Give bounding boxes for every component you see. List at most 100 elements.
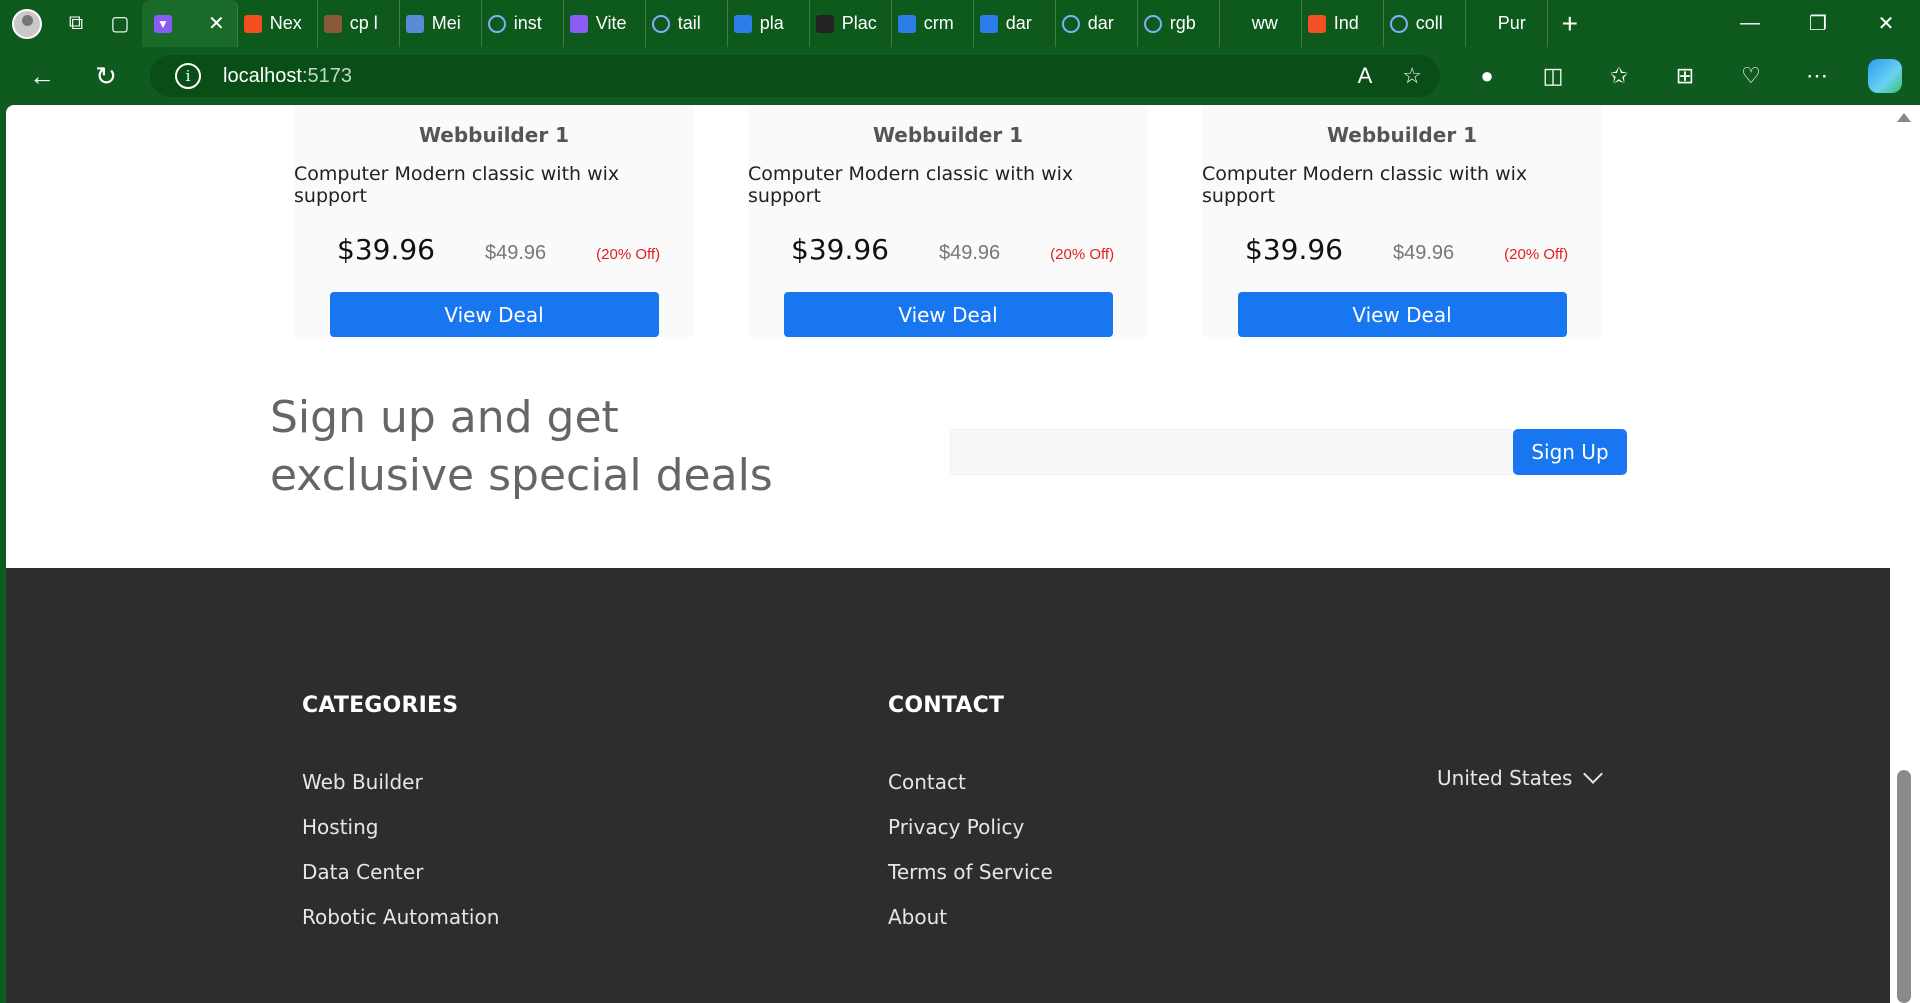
refresh-icon[interactable]: ↻ <box>74 47 138 105</box>
workspaces-icon[interactable]: ⧉ <box>54 0 98 47</box>
tab-active[interactable]: ▼ ✕ <box>142 0 238 47</box>
footer-contact-link[interactable]: Contact <box>888 770 1053 815</box>
search-icon <box>1061 14 1080 33</box>
tab-actions-icon[interactable]: ▢ <box>98 0 142 47</box>
current-price: $39.96 <box>337 233 435 266</box>
browser-essentials-icon[interactable]: ♡ <box>1718 47 1784 105</box>
browser-tab[interactable]: inst <box>482 0 564 47</box>
new-tab-button[interactable]: + <box>1548 0 1592 47</box>
browser-tab[interactable]: Nex <box>238 0 318 47</box>
collections-icon[interactable]: ⊞ <box>1652 47 1718 105</box>
footer-category-link[interactable]: Data Center <box>302 860 499 905</box>
product-cards: Webbuilder 1 Computer Modern classic with… <box>294 105 1604 337</box>
pdf-icon <box>323 14 342 33</box>
tab-label: Plac <box>841 13 877 33</box>
tab-label: tail <box>677 13 701 33</box>
tab-list: ▼ ✕ Nex cp l Mei inst Vite tail pla Plac crm dar d… <box>142 0 1548 47</box>
tab-label: pla <box>759 13 784 33</box>
price-row: $39.96 $49.96 (20% Off) <box>748 233 1148 266</box>
scroll-thumb[interactable] <box>1897 770 1911 1003</box>
view-deal-button[interactable]: View Deal <box>783 292 1113 337</box>
tab-label: inst <box>513 13 542 33</box>
more-menu-icon[interactable]: ⋯ <box>1784 47 1850 105</box>
tab-label: Mei <box>431 13 461 33</box>
view-deal-button[interactable]: View Deal <box>329 292 659 337</box>
original-price: $49.96 <box>1392 242 1455 264</box>
product-card: Webbuilder 1 Computer Modern classic with… <box>294 105 694 337</box>
price-row: $39.96 $49.96 (20% Off) <box>294 233 694 266</box>
categories-heading: CATEGORIES <box>302 693 459 718</box>
browser-tab[interactable]: Mei <box>400 0 482 47</box>
browser-tab[interactable]: Plac <box>810 0 892 47</box>
discount-label: (20% Off) <box>1050 246 1115 263</box>
product-title: Webbuilder 1 <box>418 123 570 147</box>
copilot-icon[interactable] <box>1868 59 1902 93</box>
footer-contact-link[interactable]: Privacy Policy <box>888 815 1053 860</box>
footer-categories: CATEGORIES Web Builder Hosting Data Center… <box>302 693 499 950</box>
signup-email-input[interactable] <box>950 429 1515 475</box>
footer-category-link[interactable]: Robotic Automation <box>302 905 499 950</box>
bing-icon <box>733 14 752 33</box>
tab-label: Ind <box>1333 13 1359 33</box>
browser-tab[interactable]: pla <box>728 0 810 47</box>
tab-label: rgb <box>1169 13 1196 33</box>
browser-tab[interactable]: dar <box>974 0 1056 47</box>
address-bar[interactable]: i localhost:5173 A ☆ <box>150 55 1440 97</box>
dark-square-icon <box>815 14 834 33</box>
signup-heading: Sign up and get exclusive special deals <box>270 392 773 501</box>
tab-label: Nex <box>269 13 302 33</box>
url-text[interactable]: localhost:5173 <box>223 65 352 88</box>
browser-tab[interactable]: tail <box>646 0 728 47</box>
browser-tab[interactable]: coll <box>1384 0 1466 47</box>
current-price: $39.96 <box>791 233 889 266</box>
contact-heading: CONTACT <box>888 693 1005 718</box>
toolbar-actions: ● ◫ ✩ ⊞ ♡ ⋯ <box>1454 47 1920 105</box>
avatar-icon <box>12 8 42 39</box>
browser-tab[interactable]: ww <box>1220 0 1302 47</box>
split-screen-icon[interactable]: ◫ <box>1520 47 1586 105</box>
browser-tab[interactable]: Ind <box>1302 0 1384 47</box>
browser-tab[interactable]: Vite <box>564 0 646 47</box>
footer-category-link[interactable]: Hosting <box>302 815 499 860</box>
browser-tab[interactable]: rgb <box>1138 0 1220 47</box>
browser-tab[interactable]: cp l <box>318 0 400 47</box>
minimize-icon[interactable]: — <box>1716 0 1784 47</box>
read-aloud-icon[interactable]: A <box>1358 63 1373 89</box>
footer-category-link[interactable]: Web Builder <box>302 770 499 815</box>
tab-label: dar <box>1087 13 1114 33</box>
close-window-icon[interactable]: ✕ <box>1852 0 1920 47</box>
page-scrollbar[interactable] <box>1890 105 1920 1003</box>
tab-label: cp l <box>349 13 378 33</box>
browser-tab[interactable]: crm <box>892 0 974 47</box>
footer: CATEGORIES Web Builder Hosting Data Center… <box>6 568 1890 1003</box>
bing-icon <box>897 14 916 33</box>
openai-icon <box>1471 14 1490 33</box>
tab-label: dar <box>1005 13 1032 33</box>
footer-contact-link[interactable]: Terms of Service <box>888 860 1053 905</box>
profile-avatar[interactable] <box>0 0 54 47</box>
tab-label: coll <box>1415 13 1443 33</box>
browser-tab[interactable]: Pur <box>1466 0 1548 47</box>
view-deal-button[interactable]: View Deal <box>1237 292 1567 337</box>
restore-icon[interactable]: ❐ <box>1784 0 1852 47</box>
site-info-icon[interactable]: i <box>175 63 201 89</box>
scroll-up-arrow-icon[interactable] <box>1897 113 1911 122</box>
product-card: Webbuilder 1 Computer Modern classic with… <box>748 105 1148 337</box>
footer-contact-link[interactable]: About <box>888 905 1053 950</box>
close-tab-icon[interactable]: ✕ <box>208 11 225 36</box>
back-icon[interactable]: ← <box>10 47 74 105</box>
discount-label: (20% Off) <box>596 246 661 263</box>
product-title: Webbuilder 1 <box>872 123 1024 147</box>
page-viewport: Webbuilder 1 Computer Modern classic with… <box>6 105 1890 1003</box>
browser-tab-strip: ⧉ ▢ ▼ ✕ Nex cp l Mei inst Vite tail pla Plac crm… <box>0 0 1920 47</box>
browser-tab[interactable]: dar <box>1056 0 1138 47</box>
country-label: United States <box>1437 766 1573 790</box>
original-price: $49.96 <box>938 242 1001 264</box>
signup-button[interactable]: Sign Up <box>1513 429 1627 475</box>
product-description: Computer Modern classic with wix support <box>748 163 1074 207</box>
favorites-icon[interactable]: ✩ <box>1586 47 1652 105</box>
country-selector[interactable]: United States <box>1437 764 1604 790</box>
favorite-star-icon[interactable]: ☆ <box>1402 63 1422 89</box>
tab-label: crm <box>923 13 954 33</box>
extension-icon[interactable]: ● <box>1454 47 1520 105</box>
